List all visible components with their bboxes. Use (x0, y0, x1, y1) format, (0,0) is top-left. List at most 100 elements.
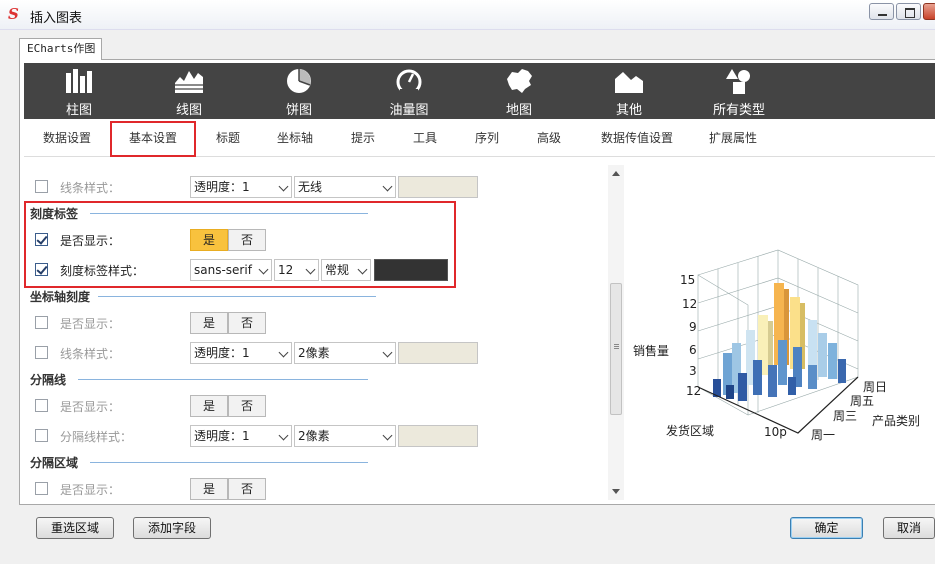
tick-show-yes-button[interactable]: 是 (190, 229, 228, 251)
split-line-show-checkbox[interactable] (35, 399, 48, 412)
split-line-style-row: 分隔线样式： 透明度：1 2像素 (24, 423, 604, 447)
font-color-picker[interactable] (374, 259, 448, 281)
z-axis-label: 产品类别 (872, 414, 921, 428)
split-area-yes-button[interactable]: 是 (190, 478, 228, 500)
chart-type-all[interactable]: 所有类型 (694, 63, 784, 119)
split-line-no-button[interactable]: 否 (228, 395, 266, 417)
chevron-down-icon (382, 181, 393, 192)
split-area-show-checkbox[interactable] (35, 482, 48, 495)
chart-type-strip: 柱图 线图 饼图 油量图 地图 其他 所有类型 (24, 63, 935, 119)
tab-title[interactable]: 标题 (202, 121, 254, 157)
x-tick: 10p (764, 425, 787, 439)
axis-tick-line-checkbox[interactable] (35, 346, 48, 359)
scroll-thumb[interactable] (610, 283, 622, 415)
axis-tick-show-checkbox[interactable] (35, 316, 48, 329)
cancel-button[interactable]: 取消 (883, 517, 935, 539)
ok-button[interactable]: 确定 (790, 517, 863, 539)
tab-basic-settings[interactable]: 基本设置 (110, 121, 196, 157)
split-line-style-checkbox[interactable] (35, 429, 48, 442)
tick-style-checkbox[interactable] (35, 263, 48, 276)
chart-type-label: 地图 (505, 103, 532, 118)
line-width-value: 2像素 (298, 429, 330, 443)
tick-show-no-button[interactable]: 否 (228, 229, 266, 251)
scroll-down-icon[interactable] (612, 489, 620, 494)
minimize-button[interactable] (869, 3, 894, 20)
line-type-select[interactable]: 无线 (294, 176, 396, 198)
y-tick: 15 (680, 273, 696, 287)
chart-type-bar[interactable]: 柱图 (34, 63, 124, 119)
tab-echarts[interactable]: ECharts作图 (19, 38, 102, 60)
font-weight-value: 常规 (325, 263, 350, 277)
split-line-show-row: 是否显示： 是 否 (24, 393, 604, 417)
all-types-icon (726, 69, 750, 94)
line-width-select[interactable]: 2像素 (294, 425, 396, 447)
line-color-picker[interactable] (398, 176, 478, 198)
tab-tooltip[interactable]: 提示 (336, 121, 390, 157)
add-field-button[interactable]: 添加字段 (133, 517, 211, 539)
reselect-area-button[interactable]: 重选区域 (36, 517, 114, 539)
opacity-select[interactable]: 透明度：1 (190, 425, 292, 447)
scroll-up-icon[interactable] (612, 171, 620, 176)
axis-ticks-title: 坐标轴刻度 (30, 290, 91, 304)
y-tick: 12 (682, 297, 698, 311)
line-color-picker[interactable] (398, 425, 478, 447)
line-type-value: 无线 (298, 180, 323, 194)
chevron-down-icon (278, 430, 289, 441)
line-style-checkbox[interactable] (35, 180, 48, 193)
line-width-value: 2像素 (298, 346, 330, 360)
y-tick: 9 (689, 320, 697, 334)
split-area-no-button[interactable]: 否 (228, 478, 266, 500)
tab-tools[interactable]: 工具 (400, 121, 450, 157)
tab-extended-props[interactable]: 扩展属性 (700, 121, 766, 157)
chart-preview-image (697, 249, 859, 434)
chevron-down-icon (258, 264, 269, 275)
chevron-down-icon (357, 264, 368, 275)
pie-chart-icon (287, 69, 311, 93)
axis-tick-line-row: 线条样式： 透明度：1 2像素 (24, 340, 604, 364)
split-area-show-label: 是否显示： (60, 483, 121, 497)
tick-style-row: 刻度标签样式： sans-serif 12 常规 (24, 257, 604, 281)
tab-data-transfer[interactable]: 数据传值设置 (590, 121, 684, 157)
tab-series[interactable]: 序列 (462, 121, 512, 157)
chart-type-pie[interactable]: 饼图 (254, 63, 344, 119)
chart-type-label: 所有类型 (712, 103, 765, 118)
z-tick: 周一 (811, 428, 836, 442)
split-line-show-label: 是否显示： (60, 400, 121, 414)
map-icon (507, 69, 532, 93)
font-size-select[interactable]: 12 (274, 259, 319, 281)
maximize-button[interactable] (896, 3, 921, 20)
chart-type-label: 饼图 (285, 103, 312, 118)
font-family-value: sans-serif (194, 263, 252, 277)
chart-type-line[interactable]: 线图 (144, 63, 234, 119)
chart-type-label: 油量图 (389, 103, 429, 118)
chevron-down-icon (382, 347, 393, 358)
line-width-select[interactable]: 2像素 (294, 342, 396, 364)
y-axis-label: 销售量 (633, 344, 670, 358)
title-bar: S 插入图表 (0, 0, 935, 30)
opacity-select[interactable]: 透明度：1 (190, 176, 292, 198)
tab-data-settings[interactable]: 数据设置 (30, 121, 104, 157)
split-line-yes-button[interactable]: 是 (190, 395, 228, 417)
bar-chart-icon (66, 69, 92, 93)
chart-type-other[interactable]: 其他 (584, 63, 674, 119)
tab-advanced[interactable]: 高级 (524, 121, 574, 157)
opacity-select[interactable]: 透明度：1 (190, 342, 292, 364)
chart-type-gauge[interactable]: 油量图 (364, 63, 454, 119)
chevron-down-icon (305, 264, 316, 275)
close-button[interactable] (923, 3, 935, 20)
y-tick: 3 (689, 364, 697, 378)
chart-type-map[interactable]: 地图 (474, 63, 564, 119)
settings-scrollbar[interactable] (608, 165, 624, 500)
line-style-row: 线条样式： 透明度：1 无线 (24, 174, 604, 198)
chevron-down-icon (278, 347, 289, 358)
font-weight-select[interactable]: 常规 (321, 259, 371, 281)
axis-tick-yes-button[interactable]: 是 (190, 312, 228, 334)
axis-tick-line-label: 线条样式： (60, 347, 121, 361)
tick-show-checkbox[interactable] (35, 233, 48, 246)
font-family-select[interactable]: sans-serif (190, 259, 272, 281)
tick-style-label: 刻度标签样式： (60, 264, 145, 278)
line-color-picker[interactable] (398, 342, 478, 364)
line-chart-icon (175, 71, 203, 93)
axis-tick-no-button[interactable]: 否 (228, 312, 266, 334)
tab-axis[interactable]: 坐标轴 (264, 121, 326, 157)
